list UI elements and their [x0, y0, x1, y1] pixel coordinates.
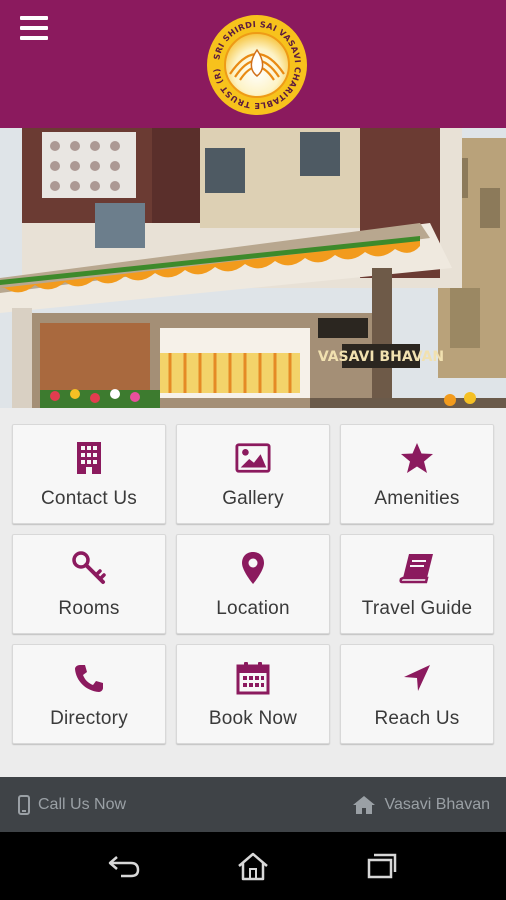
recents-button[interactable]: [357, 846, 407, 886]
call-us-now-button[interactable]: Call Us Now: [18, 794, 127, 815]
system-navigation-bar: [0, 832, 506, 900]
menu-tile-location[interactable]: Location: [176, 534, 330, 634]
map-pin-icon: [235, 550, 271, 586]
menu-tile-rooms[interactable]: Rooms: [12, 534, 166, 634]
menu-tile-label: Reach Us: [374, 708, 460, 729]
menu-tile-label: Rooms: [58, 598, 120, 619]
menu-tile-directory[interactable]: Directory: [12, 644, 166, 744]
hero-signage: VASAVI BHAVAN: [318, 349, 444, 365]
menu-tile-gallery[interactable]: Gallery: [176, 424, 330, 524]
building-icon: [71, 440, 107, 476]
navigation-arrow-icon: [399, 660, 435, 696]
menu-tile-label: Directory: [50, 708, 128, 729]
menu-tile-label: Location: [216, 598, 290, 619]
trust-logo: SRI SHIRDI SAI VASAVI CHARITABLE TRUST (…: [207, 15, 307, 115]
star-icon: [399, 440, 435, 476]
menu-tile-label: Gallery: [222, 488, 284, 509]
menu-tile-label: Contact Us: [41, 488, 137, 509]
menu-tile-label: Book Now: [208, 708, 298, 729]
phone-icon: [71, 660, 107, 696]
home-button[interactable]: [228, 846, 278, 886]
call-us-now-label: Call Us Now: [38, 795, 127, 813]
hamburger-menu-icon: [20, 16, 48, 20]
menu-tile-label: Travel Guide: [361, 598, 473, 619]
menu-grid: Contact Us Gallery Amenities Rooms Locat…: [12, 424, 494, 744]
back-icon: [109, 856, 140, 878]
calendar-icon: [235, 660, 271, 696]
back-button[interactable]: [99, 846, 149, 886]
app-header: SRI SHIRDI SAI VASAVI CHARITABLE TRUST (…: [0, 0, 506, 128]
vasavi-bhavan-button[interactable]: Vasavi Bhavan: [352, 795, 490, 815]
hero-building-image: VASAVI BHAVAN: [0, 128, 506, 408]
home-outline-icon: [238, 852, 268, 881]
image-icon: [235, 440, 271, 476]
menu-tile-amenities[interactable]: Amenities: [340, 424, 494, 524]
key-icon: [71, 550, 107, 586]
menu-tile-book-now[interactable]: Book Now: [176, 644, 330, 744]
menu-tile-contact-us[interactable]: Contact Us: [12, 424, 166, 524]
menu-tile-label: Amenities: [374, 488, 460, 509]
book-icon: [399, 550, 435, 586]
home-icon: [353, 795, 376, 814]
menu-tile-reach-us[interactable]: Reach Us: [340, 644, 494, 744]
bottom-action-bar: Call Us Now Vasavi Bhavan: [0, 777, 506, 832]
menu-tile-travel-guide[interactable]: Travel Guide: [340, 534, 494, 634]
vasavi-bhavan-label: Vasavi Bhavan: [384, 795, 490, 813]
mobile-phone-icon: [18, 794, 30, 815]
recents-icon: [367, 853, 396, 879]
menu-button[interactable]: [18, 14, 50, 42]
